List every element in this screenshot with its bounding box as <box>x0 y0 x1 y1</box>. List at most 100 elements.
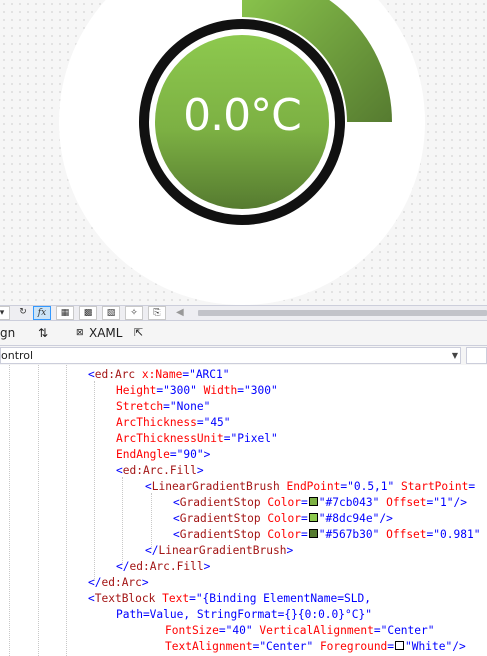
pattern-icon[interactable]: ▧ <box>102 306 120 320</box>
code-token: "#8dc94e" <box>318 512 380 525</box>
code-token: StartPoint <box>394 480 469 493</box>
swap-panes-icon[interactable]: ⇅ <box>38 326 48 340</box>
designer-toolbar: ▾ ↻ fx ▦ ▩ ▧ ✧ ⎘ ◀ <box>0 305 487 321</box>
grid-icon[interactable]: ▦ <box>56 306 74 320</box>
code-token: "Center" <box>380 624 435 637</box>
code-token: "1" <box>433 496 454 509</box>
code-line[interactable]: <GradientStop Color= "#8dc94e"/> <box>173 511 393 527</box>
code-token: < <box>116 464 123 477</box>
code-token: = <box>223 432 231 445</box>
code-line[interactable]: <ed:Arc x:Name="ARC1" <box>88 367 230 383</box>
color-swatch-icon[interactable] <box>308 529 318 538</box>
code-token: VerticalAlignment <box>252 624 374 637</box>
code-token: "40" <box>225 624 253 637</box>
code-token: = <box>196 416 204 429</box>
code-token: "White" <box>405 640 453 653</box>
code-token: "0.5,1" <box>347 480 395 493</box>
color-swatch-icon[interactable] <box>308 497 318 506</box>
code-token: < <box>173 496 180 509</box>
code-line[interactable]: ArcThickness="45" <box>116 415 231 431</box>
code-token: < <box>88 368 95 381</box>
code-line[interactable]: </LinearGradientBrush> <box>145 543 293 559</box>
code-token: Color <box>260 528 301 541</box>
code-line[interactable]: Stretch="None" <box>116 399 210 415</box>
code-token: "0.981" <box>433 528 481 541</box>
code-line[interactable]: <ed:Arc.Fill> <box>116 463 204 479</box>
code-token: "90" <box>176 448 204 461</box>
code-token: GradientStop <box>179 528 261 541</box>
element-selector-value: ontrol <box>1 349 34 362</box>
code-token: = <box>163 400 170 413</box>
code-token: GradientStop <box>179 496 261 509</box>
popout-icon[interactable]: ⇱ <box>134 326 143 339</box>
code-line[interactable]: <GradientStop Color= "#567b30" Offset="0.… <box>173 527 480 543</box>
view-tab-bar: gn ⇅ ⊠ XAML ⇱ <box>0 321 487 345</box>
code-token: = <box>218 624 226 637</box>
code-token: Offset <box>379 528 427 541</box>
design-canvas[interactable]: 0.0°C <box>0 0 487 305</box>
code-token: Path=Value, StringFormat={}{0:0.0}°C}" <box>116 608 372 621</box>
code-token: /> <box>379 512 393 525</box>
tab-xaml[interactable]: XAML <box>89 326 122 340</box>
code-line[interactable]: <GradientStop Color= "#7cb043" Offset="1"… <box>173 495 467 511</box>
code-line[interactable]: <TextBlock Text="{Binding ElementName=SL… <box>88 591 371 607</box>
code-token: "300" <box>244 384 278 397</box>
code-line[interactable]: </ed:Arc> <box>88 575 149 591</box>
code-line[interactable]: Height="300" Width="300" <box>116 383 278 399</box>
chevron-down-icon[interactable]: ▼ <box>452 348 458 363</box>
code-token: "Pixel" <box>230 432 278 445</box>
xaml-code-editor[interactable]: <ed:Arc x:Name="ARC1" Height="300" Width=… <box>0 365 487 656</box>
code-token: ed:Arc.Fill <box>129 560 204 573</box>
code-token: Color <box>260 512 301 525</box>
horizontal-scrollbar[interactable] <box>198 310 487 316</box>
xaml-tab-icon: ⊠ <box>76 328 84 338</box>
code-line[interactable]: EndAngle="90"> <box>116 447 210 463</box>
code-token: Foreground <box>313 640 388 653</box>
code-token: x:Name <box>135 368 183 381</box>
code-token: GradientStop <box>179 512 261 525</box>
code-token: = <box>169 448 177 461</box>
code-token: /> <box>452 640 466 653</box>
code-token: Offset <box>379 496 427 509</box>
code-line[interactable]: TextAlignment="Center" Foreground= "White… <box>165 639 466 655</box>
color-swatch-icon[interactable] <box>308 513 318 522</box>
code-token: "#567b30" <box>318 528 380 541</box>
member-selector[interactable] <box>466 347 487 364</box>
code-token: FontSize <box>165 624 219 637</box>
code-token: Height <box>116 384 157 397</box>
code-line[interactable]: FontSize="40" VerticalAlignment="Center" <box>165 623 434 639</box>
code-token: "300" <box>163 384 197 397</box>
toggle-icon[interactable]: ▾ <box>0 306 10 320</box>
code-token: < <box>145 480 152 493</box>
code-icon[interactable]: ⎘ <box>148 306 166 320</box>
code-line[interactable]: <LinearGradientBrush EndPoint = "0.5,1" St… <box>145 479 475 495</box>
tab-design[interactable]: gn <box>0 326 15 340</box>
code-token: = <box>301 528 308 541</box>
snap-icon[interactable]: ✧ <box>125 306 143 320</box>
scroll-left-icon[interactable]: ◀ <box>176 307 184 318</box>
code-token: TextAlignment <box>165 640 253 653</box>
code-token: Text <box>155 592 190 605</box>
element-selector[interactable]: ontrol ▼ <box>0 347 461 364</box>
code-line[interactable]: ArcThicknessUnit="Pixel" <box>116 431 278 447</box>
code-token: = <box>387 640 395 653</box>
code-token: > <box>196 464 204 477</box>
color-swatch-icon[interactable] <box>395 641 405 650</box>
code-token: "45" <box>203 416 231 429</box>
code-token: TextBlock <box>94 592 156 605</box>
code-token: "{Binding ElementName=SLD, <box>195 592 371 605</box>
code-token: "#7cb043" <box>318 496 380 509</box>
code-token: LinearGradientBrush <box>151 480 280 493</box>
refresh-icon[interactable]: ↻ <box>14 306 32 320</box>
code-token: = <box>468 480 476 493</box>
code-line[interactable]: </ed:Arc.Fill> <box>116 559 210 575</box>
code-line[interactable]: Path=Value, StringFormat={}{0:0.0}°C}" <box>116 607 372 623</box>
code-token: > <box>203 448 211 461</box>
grid-dots-icon[interactable]: ▩ <box>79 306 97 320</box>
code-token: Width <box>196 384 238 397</box>
code-token: /> <box>453 496 467 509</box>
code-token: = <box>189 592 196 605</box>
code-token: ed:Arc.Fill <box>122 464 197 477</box>
code-token: = <box>301 512 308 525</box>
fx-icon[interactable]: fx <box>33 306 51 320</box>
